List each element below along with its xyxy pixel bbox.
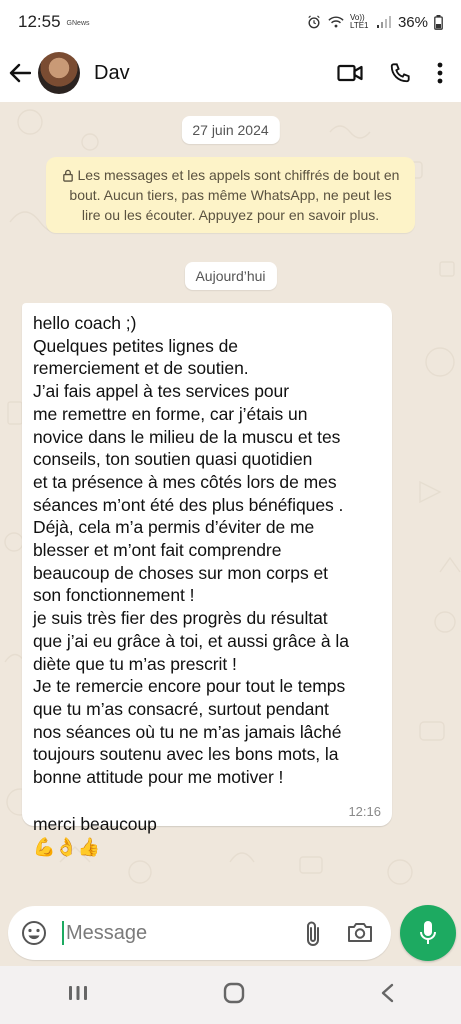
composer-bar [0, 904, 461, 966]
system-nav-bar [0, 966, 461, 1024]
incoming-message[interactable]: hello coach ;) Quelques petites lignes d… [22, 303, 392, 857]
camera-button[interactable] [347, 920, 373, 949]
back-button[interactable] [0, 44, 40, 102]
battery-percent: 36% [397, 13, 428, 31]
wifi-icon [328, 16, 344, 28]
encryption-notice[interactable]: Les messages et les appels sont chiffrés… [46, 157, 415, 233]
paperclip-icon [307, 921, 319, 946]
recents-icon [68, 985, 87, 1000]
mic-button[interactable] [400, 905, 456, 961]
lock-icon [62, 169, 73, 182]
status-time: 12:55 [18, 12, 61, 31]
encryption-notice-text: Les messages et les appels sont chiffrés… [69, 167, 400, 223]
message-last-line: merci beaucoup 💪👌👍 [33, 791, 381, 859]
video-call-icon [337, 64, 363, 82]
avatar[interactable] [38, 52, 80, 94]
date-chip-today: Aujourd’hui [184, 262, 277, 290]
more-options-button[interactable] [437, 62, 443, 84]
video-call-button[interactable] [337, 63, 363, 83]
text-cursor [62, 921, 64, 945]
back-arrow-icon [9, 63, 31, 83]
chat-area[interactable]: 27 juin 2024 Les messages et les appels … [0, 102, 461, 904]
alarm-icon [308, 15, 320, 29]
message-input-container[interactable] [8, 906, 391, 960]
back-nav-icon [381, 983, 393, 1002]
battery-icon [434, 14, 443, 30]
back-nav-button[interactable] [379, 983, 395, 1008]
camera-icon [348, 923, 372, 942]
message-text: hello coach ;) Quelques petites lignes d… [33, 313, 349, 788]
home-button[interactable] [222, 982, 246, 1009]
message-closing: merci beaucoup [33, 814, 157, 835]
attach-button[interactable] [303, 920, 323, 953]
more-vert-icon [437, 62, 443, 84]
message-timestamp: 12:16 [348, 804, 381, 819]
home-icon [223, 982, 244, 1003]
network-label: Vo)) LTE1 [349, 13, 369, 30]
message-emojis: 💪👌👍 [33, 837, 101, 858]
contact-name[interactable]: Dav [94, 62, 337, 85]
voice-call-button[interactable] [389, 62, 411, 84]
signal-icon [376, 16, 391, 28]
message-input[interactable] [66, 921, 286, 945]
date-chip: 27 juin 2024 [181, 116, 280, 144]
mic-icon [420, 921, 436, 944]
status-bar: 12:55 GNews Vo)) LTE1 36% [0, 0, 461, 44]
emoji-icon[interactable] [20, 919, 48, 947]
phone-icon [390, 63, 410, 83]
chat-header: Dav [0, 44, 461, 102]
status-notification-label: GNews [66, 19, 90, 27]
recents-button[interactable] [67, 983, 89, 1008]
